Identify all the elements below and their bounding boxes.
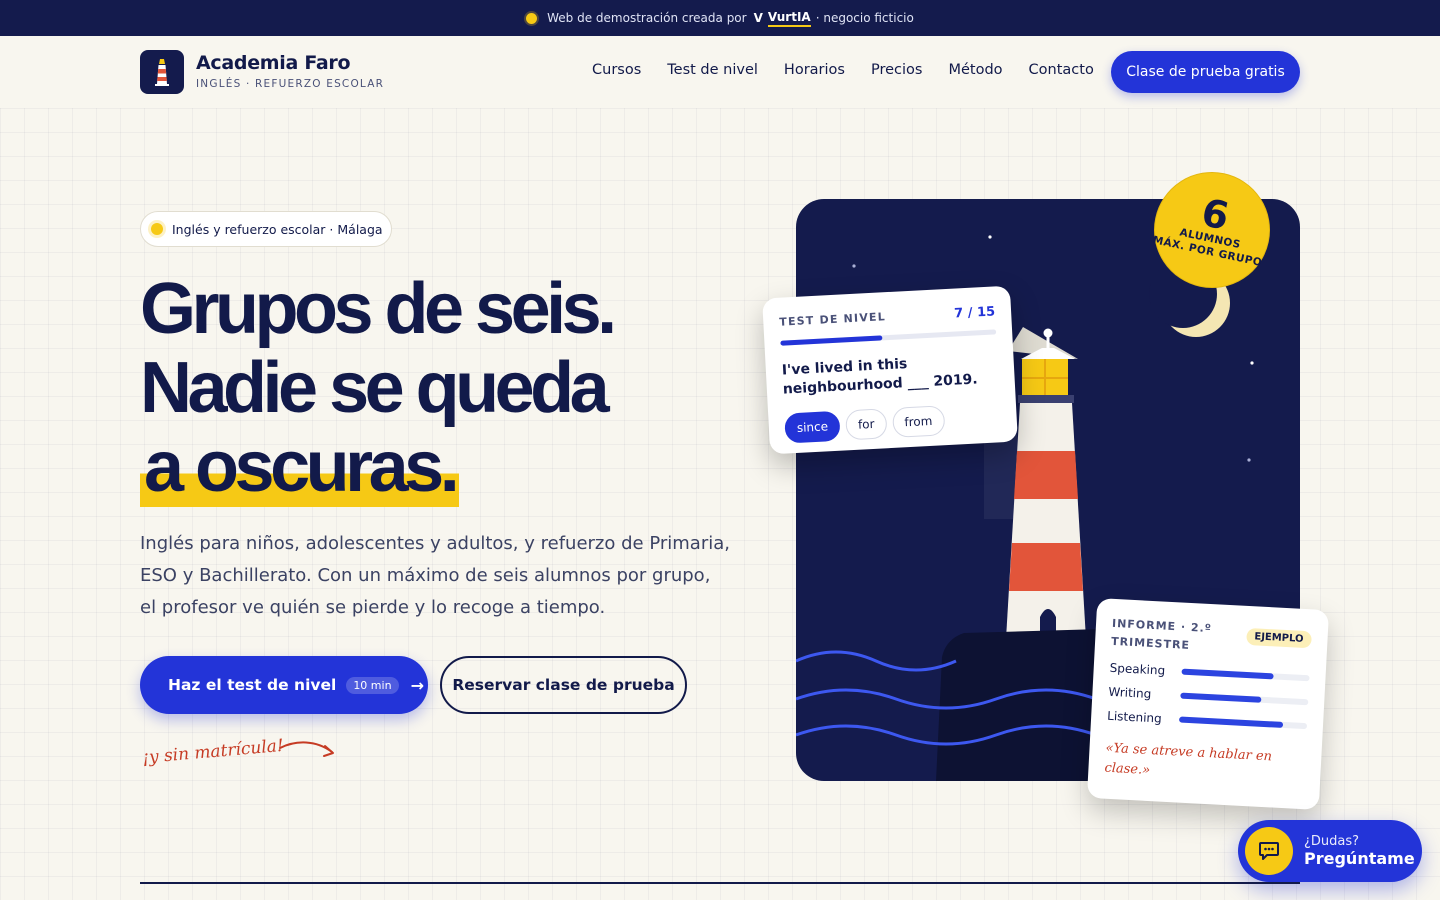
nav-metodo[interactable]: Método	[948, 62, 1002, 78]
example-tag: EJEMPLO	[1245, 627, 1312, 649]
nav-horarios[interactable]: Horarios	[784, 62, 845, 78]
skill-row-writing: Writing	[1108, 684, 1309, 709]
test-card-title: TEST DE NIVEL	[779, 310, 887, 329]
main-nav: Cursos Test de nivel Horarios Precios Mé…	[592, 62, 1120, 78]
free-trial-button[interactable]: Clase de prueba gratis	[1111, 51, 1300, 93]
section-divider	[140, 882, 1300, 884]
headline-line-3-highlight: a oscuras.	[140, 427, 460, 507]
skill-bar	[1178, 716, 1308, 730]
skill-row-listening: Listening	[1106, 708, 1308, 733]
answer-option-since[interactable]: since	[784, 410, 841, 444]
chat-bubble-icon	[1245, 827, 1293, 875]
answer-option-from[interactable]: from	[891, 405, 946, 438]
level-test-button[interactable]: Haz el test de nivel 10 min →	[140, 656, 428, 714]
arrow-right-icon: →	[410, 675, 424, 695]
book-trial-button[interactable]: Reservar clase de prueba	[440, 656, 687, 714]
level-test-button-label: Haz el test de nivel	[168, 676, 337, 694]
location-pill: Inglés y refuerzo escolar · Málaga	[140, 211, 392, 247]
demo-banner: Web de demostración creada por V VurtIA …	[0, 0, 1440, 36]
level-test-card: TEST DE NIVEL 7 / 15 I've lived in this …	[762, 285, 1018, 455]
skill-row-speaking: Speaking	[1109, 660, 1310, 685]
site-header: Academia Faro INGLÉS · REFUERZO ESCOLAR …	[0, 36, 1440, 108]
skill-bar	[1181, 668, 1310, 682]
skill-label: Speaking	[1109, 660, 1166, 678]
demo-banner-suffix: · negocio ficticio	[815, 11, 914, 25]
skill-bar	[1180, 692, 1309, 706]
vurtia-link[interactable]: VurtIA	[767, 10, 811, 27]
skill-label: Listening	[1106, 708, 1163, 726]
site-title[interactable]: Academia Faro	[196, 52, 351, 74]
test-question: I've lived in this neighbourhood ___ 201…	[781, 356, 979, 398]
sample-report-card: INFORME · 2.º TRIMESTRE EJEMPLO Speaking…	[1086, 598, 1330, 810]
test-progress-count: 7 / 15	[953, 304, 996, 322]
answer-option-for[interactable]: for	[845, 408, 888, 441]
skill-label: Writing	[1108, 684, 1152, 702]
chat-line-1: ¿Dudas?	[1304, 834, 1360, 849]
nav-cursos[interactable]: Cursos	[592, 62, 641, 78]
nav-precios[interactable]: Precios	[871, 62, 922, 78]
report-title: INFORME · 2.º TRIMESTRE	[1110, 616, 1213, 652]
location-pill-label: Inglés y refuerzo escolar · Málaga	[172, 221, 383, 237]
test-progress-bar	[780, 329, 997, 346]
hero-description: Inglés para niños, adolescentes y adulto…	[140, 533, 730, 618]
chat-widget-button[interactable]: ¿Dudas? Pregúntame	[1238, 820, 1422, 882]
headline-line-2: Nadie se queda	[140, 348, 610, 428]
nav-test-de-nivel[interactable]: Test de nivel	[667, 62, 758, 78]
answer-options: since for from	[784, 402, 1001, 444]
sun-icon	[151, 223, 163, 235]
duration-badge: 10 min	[346, 676, 399, 694]
site-subtitle: INGLÉS · REFUERZO ESCOLAR	[196, 78, 385, 90]
teacher-quote: «Ya se atreve a hablar en clase.»	[1104, 740, 1273, 779]
hero-headline: Grupos de seis. Nadie se queda a oscuras…	[140, 270, 740, 507]
headline-line-1: Grupos de seis.	[140, 269, 617, 349]
lighthouse-logo-icon[interactable]	[140, 50, 184, 94]
nav-contacto[interactable]: Contacto	[1029, 62, 1094, 78]
demo-banner-text: Web de demostración creada por	[547, 11, 747, 25]
curved-arrow-icon	[279, 741, 334, 757]
status-dot-icon	[526, 12, 538, 24]
chat-line-2: Pregúntame	[1304, 849, 1415, 868]
vurtia-logo-icon: V	[753, 11, 763, 25]
